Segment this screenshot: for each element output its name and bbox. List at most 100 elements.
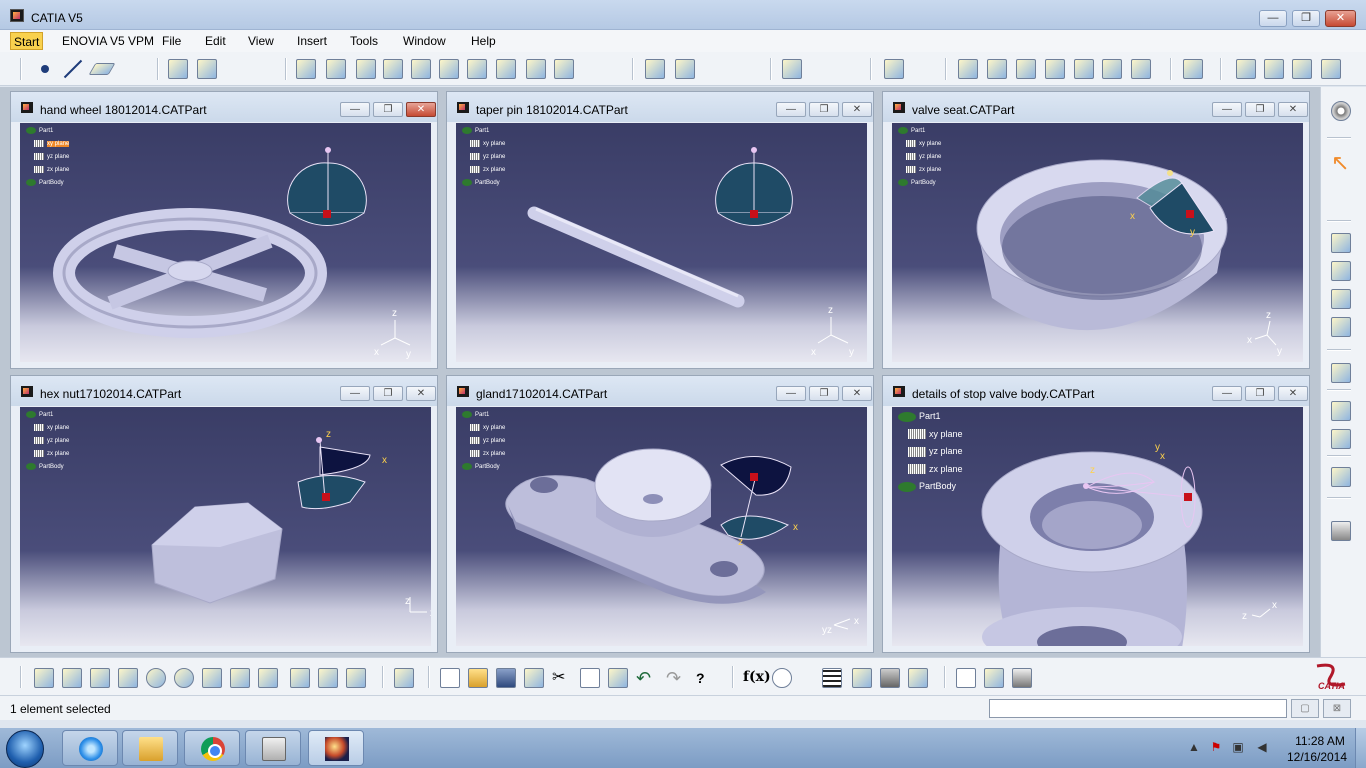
rotate-icon[interactable]	[118, 668, 138, 688]
sensor-icon[interactable]	[798, 668, 818, 688]
taskbar-catia[interactable]	[308, 730, 364, 766]
tool-icon[interactable]	[1012, 668, 1032, 688]
compass-icon[interactable]	[1331, 467, 1351, 487]
undo-icon[interactable]: ↶	[636, 668, 656, 688]
line-icon[interactable]	[62, 59, 82, 79]
reaction-icon[interactable]	[908, 668, 928, 688]
window-maximize-button[interactable]: ❐	[809, 102, 839, 117]
window-titlebar[interactable]: valve seat.CATPart — ❐ ✕	[883, 92, 1309, 122]
window-minimize-button[interactable]: —	[1212, 102, 1242, 117]
pad-icon[interactable]	[197, 59, 217, 79]
3d-viewport[interactable]: Part1 xy plane yz plane zx plane PartBod…	[892, 123, 1303, 362]
minimize-button[interactable]: —	[1259, 10, 1287, 27]
pattern-grid-icon[interactable]	[1331, 429, 1351, 449]
multi-view-icon[interactable]	[230, 668, 250, 688]
power-input-button[interactable]: ▢	[1291, 699, 1319, 718]
network-icon[interactable]: ▣	[1231, 740, 1245, 754]
lock-icon[interactable]	[880, 668, 900, 688]
window-titlebar[interactable]: gland17102014.CATPart — ❐ ✕	[447, 376, 873, 406]
window-stop-valve-body[interactable]: details of stop valve body.CATPart — ❐ ✕…	[882, 375, 1310, 653]
groove-icon[interactable]	[356, 59, 376, 79]
thread-icon[interactable]	[884, 59, 904, 79]
window-close-button[interactable]: ✕	[1278, 386, 1308, 401]
power-input[interactable]	[989, 699, 1287, 718]
plane-icon[interactable]	[88, 63, 116, 75]
window-minimize-button[interactable]: —	[340, 102, 370, 117]
hole-icon[interactable]	[383, 59, 403, 79]
mirror-icon[interactable]	[987, 59, 1007, 79]
window-close-button[interactable]: ✕	[406, 386, 436, 401]
window-hex-nut[interactable]: hex nut17102014.CATPart — ❐ ✕ Part1 xy p…	[10, 375, 438, 653]
layers-icon[interactable]	[1321, 59, 1341, 79]
window-minimize-button[interactable]: —	[1212, 386, 1242, 401]
window-close-button[interactable]: ✕	[1278, 102, 1308, 117]
window-titlebar[interactable]: hex nut17102014.CATPart — ❐ ✕	[11, 376, 437, 406]
close-button[interactable]: ✕	[1325, 10, 1356, 27]
sketch-icon[interactable]	[168, 59, 188, 79]
stiffener-icon[interactable]	[467, 59, 487, 79]
apply-material-icon[interactable]	[1074, 59, 1094, 79]
taskbar-internet-explorer[interactable]	[62, 730, 118, 766]
rib-icon[interactable]	[411, 59, 431, 79]
pocket-icon[interactable]	[296, 59, 316, 79]
window-maximize-button[interactable]: ❐	[1245, 386, 1275, 401]
surface-icon[interactable]	[1236, 59, 1256, 79]
analysis-icon[interactable]	[1131, 59, 1151, 79]
redo-icon[interactable]: ↷	[666, 668, 686, 688]
whats-this-icon[interactable]: ?	[696, 668, 716, 688]
window-minimize-button[interactable]: —	[776, 386, 806, 401]
window-titlebar[interactable]: taper pin 18102014.CATPart — ❐ ✕	[447, 92, 873, 122]
3d-viewport[interactable]: Part1 xy plane yz plane zx plane PartBod…	[456, 407, 867, 646]
formula-icon[interactable]: f(x)	[743, 669, 771, 685]
3d-viewport[interactable]: Part1 xy plane yz plane zx plane PartBod…	[20, 407, 431, 646]
shaft-icon[interactable]	[326, 59, 346, 79]
knowledge-icon[interactable]	[852, 668, 872, 688]
fillet-icon[interactable]	[526, 59, 546, 79]
assemble-icon[interactable]	[1331, 261, 1351, 281]
capture-icon[interactable]	[1331, 521, 1351, 541]
sphere-icon[interactable]	[1292, 59, 1312, 79]
volume-icon[interactable]: ◀	[1255, 740, 1269, 754]
menu-tools[interactable]: Tools	[347, 32, 381, 50]
window-minimize-button[interactable]: —	[340, 386, 370, 401]
open-icon[interactable]	[468, 668, 488, 688]
power-input-clear-button[interactable]: ⊠	[1323, 699, 1351, 718]
maximize-button[interactable]: ❐	[1292, 10, 1320, 27]
3d-viewport[interactable]: Part1 xy plane yz plane zx plane PartBod…	[456, 123, 867, 362]
chamfer-icon[interactable]	[554, 59, 574, 79]
swap-space-icon[interactable]	[346, 668, 366, 688]
3d-viewport[interactable]: Part1 xy plane yz plane zx plane PartBod…	[892, 407, 1303, 646]
translate-icon[interactable]	[958, 59, 978, 79]
shading-icon[interactable]	[290, 668, 310, 688]
taskbar-calculator[interactable]	[245, 730, 301, 766]
remove-icon[interactable]	[1331, 317, 1351, 337]
menu-help[interactable]: Help	[468, 32, 499, 50]
taskbar-file-explorer[interactable]	[122, 730, 178, 766]
menu-window[interactable]: Window	[400, 32, 449, 50]
menu-view[interactable]: View	[245, 32, 277, 50]
menu-file[interactable]: File	[159, 32, 184, 50]
zoom-out-icon[interactable]	[174, 668, 194, 688]
comment-icon[interactable]	[772, 668, 792, 688]
boolean-icon[interactable]	[1331, 233, 1351, 253]
window-maximize-button[interactable]: ❐	[373, 386, 403, 401]
loft-icon[interactable]	[496, 59, 516, 79]
clock-date[interactable]: 12/16/2014	[1285, 750, 1349, 764]
annotation-icon[interactable]	[1331, 401, 1351, 421]
save-icon[interactable]	[496, 668, 516, 688]
window-minimize-button[interactable]: —	[776, 102, 806, 117]
table-icon[interactable]	[822, 668, 842, 688]
clock-time[interactable]: 11:28 AM	[1290, 734, 1350, 748]
action-center-icon[interactable]: ⚑	[1209, 740, 1223, 754]
pattern-icon[interactable]	[1016, 59, 1036, 79]
slot-icon[interactable]	[439, 59, 459, 79]
window-titlebar[interactable]: details of stop valve body.CATPart — ❐ ✕	[883, 376, 1309, 406]
ruler-icon[interactable]	[956, 668, 976, 688]
new-icon[interactable]	[440, 668, 460, 688]
point-icon[interactable]	[41, 65, 49, 73]
menu-insert[interactable]: Insert	[294, 32, 330, 50]
normal-view-icon[interactable]	[202, 668, 222, 688]
fly-mode-icon[interactable]	[34, 668, 54, 688]
update-icon[interactable]	[394, 668, 414, 688]
hand-icon[interactable]	[1183, 59, 1203, 79]
